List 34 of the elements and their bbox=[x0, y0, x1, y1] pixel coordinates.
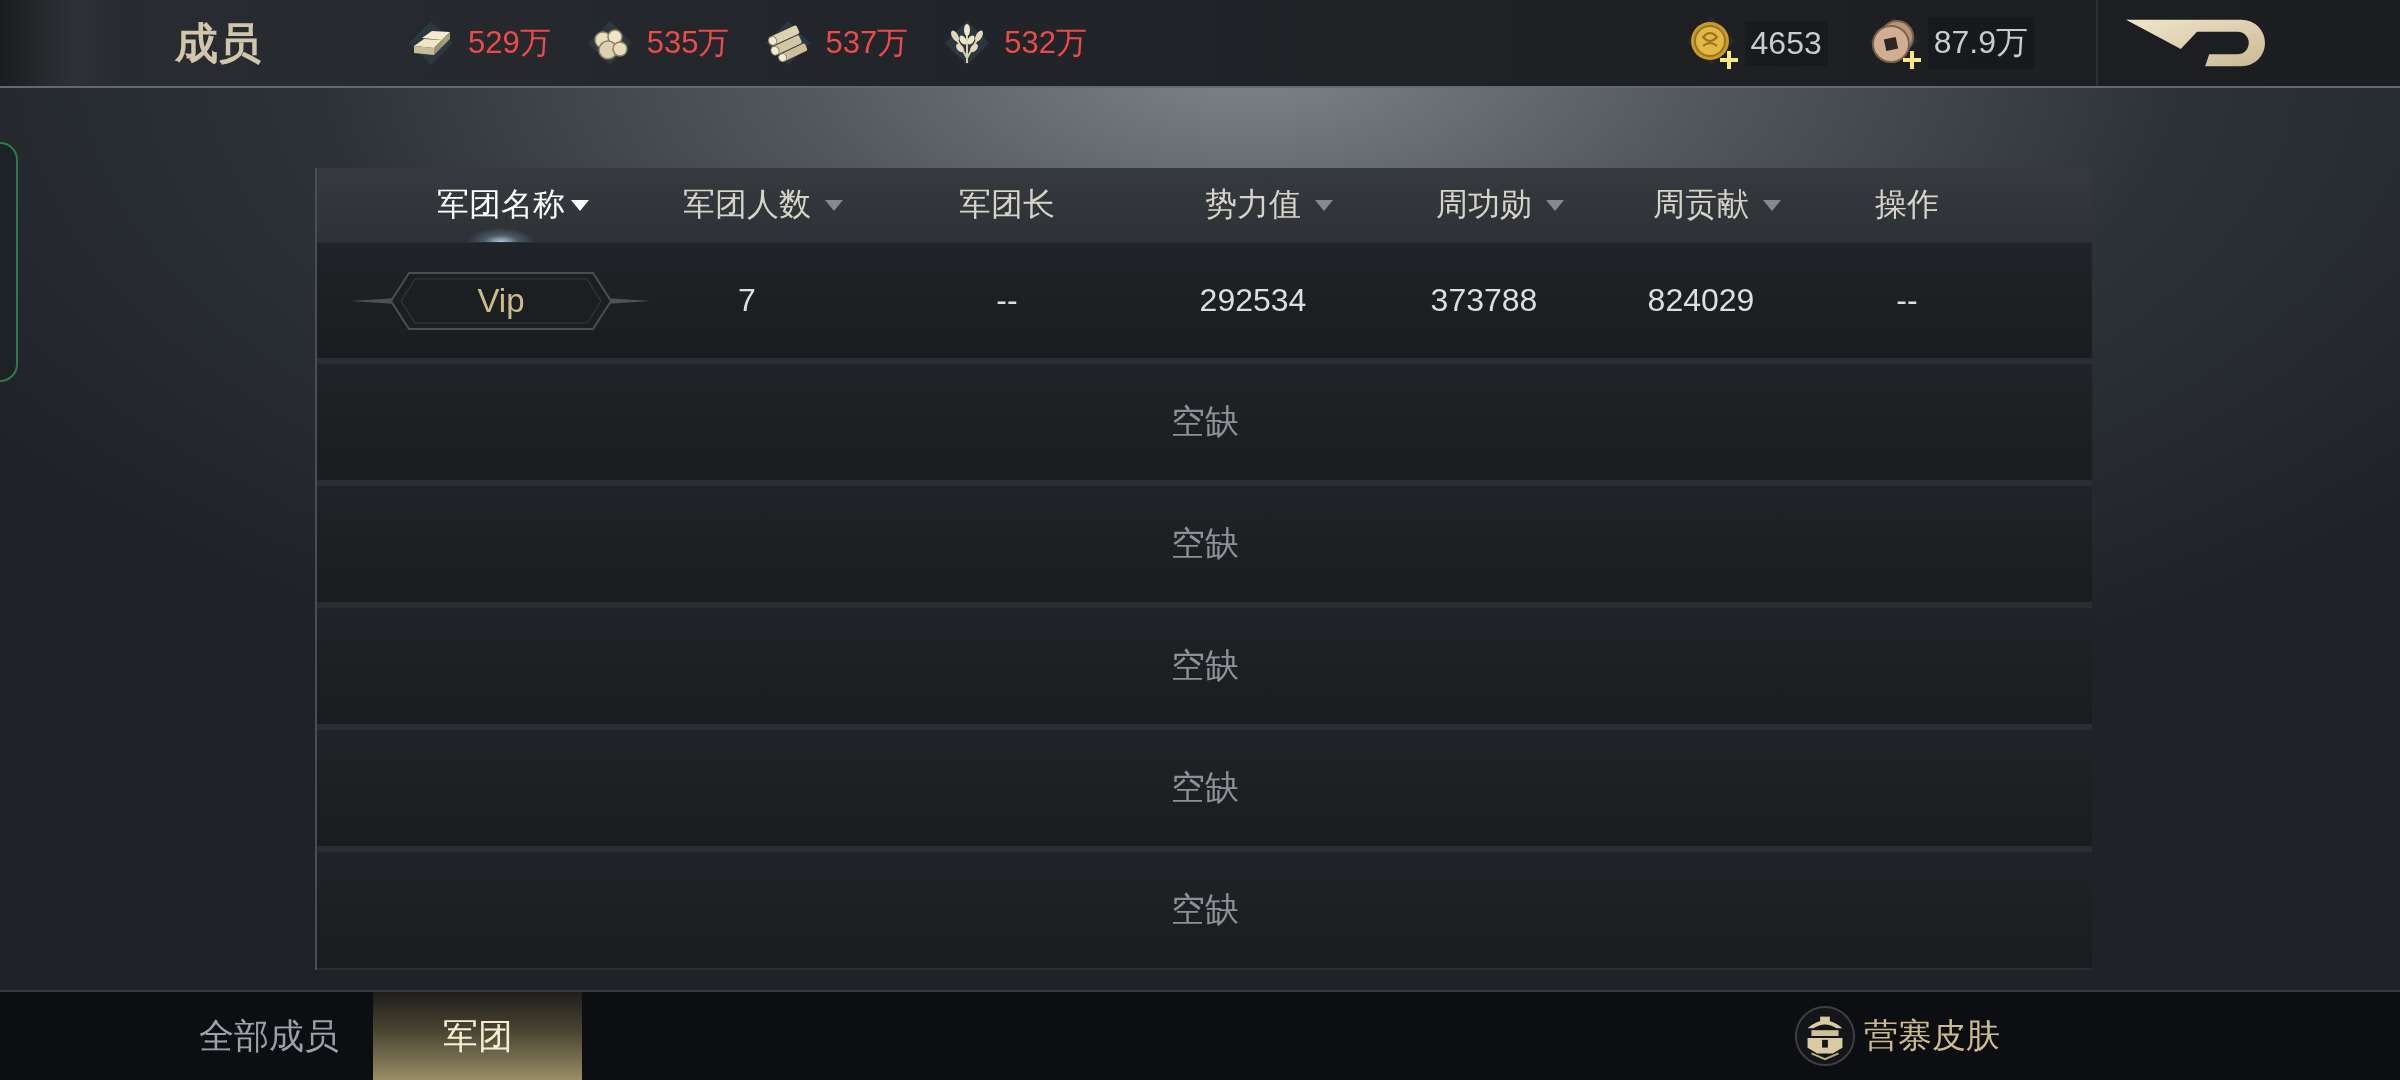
tab[interactable]: 军团 bbox=[373, 992, 582, 1080]
page-title: 成员 bbox=[175, 21, 261, 65]
column-header[interactable]: 周贡献 bbox=[1613, 168, 1789, 242]
column-header[interactable]: 周功勋 bbox=[1396, 168, 1572, 242]
table-cell: 373788 bbox=[1430, 282, 1538, 319]
skin-button[interactable]: 营寨皮肤 bbox=[1794, 992, 2000, 1080]
column-header[interactable]: 军团人数 bbox=[643, 168, 851, 242]
column-header[interactable]: 操作 bbox=[1867, 168, 1947, 242]
tab[interactable]: 全部成员 bbox=[164, 992, 373, 1080]
vacant-slot-label: 空缺 bbox=[1170, 766, 1239, 809]
sort-down-icon bbox=[1546, 199, 1564, 211]
vacant-slot-label: 空缺 bbox=[1170, 888, 1239, 931]
sort-down-icon bbox=[1315, 199, 1333, 211]
fortress-icon bbox=[1794, 1005, 1856, 1067]
currency-amount: 4653 bbox=[1744, 20, 1828, 66]
column-header[interactable]: 军团长 bbox=[951, 168, 1063, 242]
column-header[interactable]: 势力值 bbox=[1165, 168, 1341, 242]
resource-amount: 532万 bbox=[1004, 24, 1087, 62]
table-row[interactable]: Vip 7 -- 292534 373788 824029 -- bbox=[317, 243, 2092, 358]
resource-amount: 537万 bbox=[825, 24, 909, 62]
sort-down-icon bbox=[571, 199, 589, 211]
currency-amount: 87.9万 bbox=[1927, 17, 2034, 69]
vacant-slot-label: 空缺 bbox=[1170, 522, 1239, 565]
table-cell: -- bbox=[1896, 282, 1918, 319]
resource-amount: 535万 bbox=[646, 24, 730, 62]
table-cell: 824029 bbox=[1647, 282, 1755, 319]
sort-down-icon bbox=[825, 199, 843, 211]
table-cell: 292534 bbox=[1199, 282, 1307, 319]
sort-down-icon bbox=[1763, 199, 1781, 211]
resource-amount: 529万 bbox=[468, 24, 551, 62]
vacant-slot-label: 空缺 bbox=[1170, 644, 1239, 687]
table-cell: 7 bbox=[738, 282, 756, 319]
table-cell: -- bbox=[996, 282, 1018, 319]
vacant-slot-label: 空缺 bbox=[1170, 400, 1239, 443]
